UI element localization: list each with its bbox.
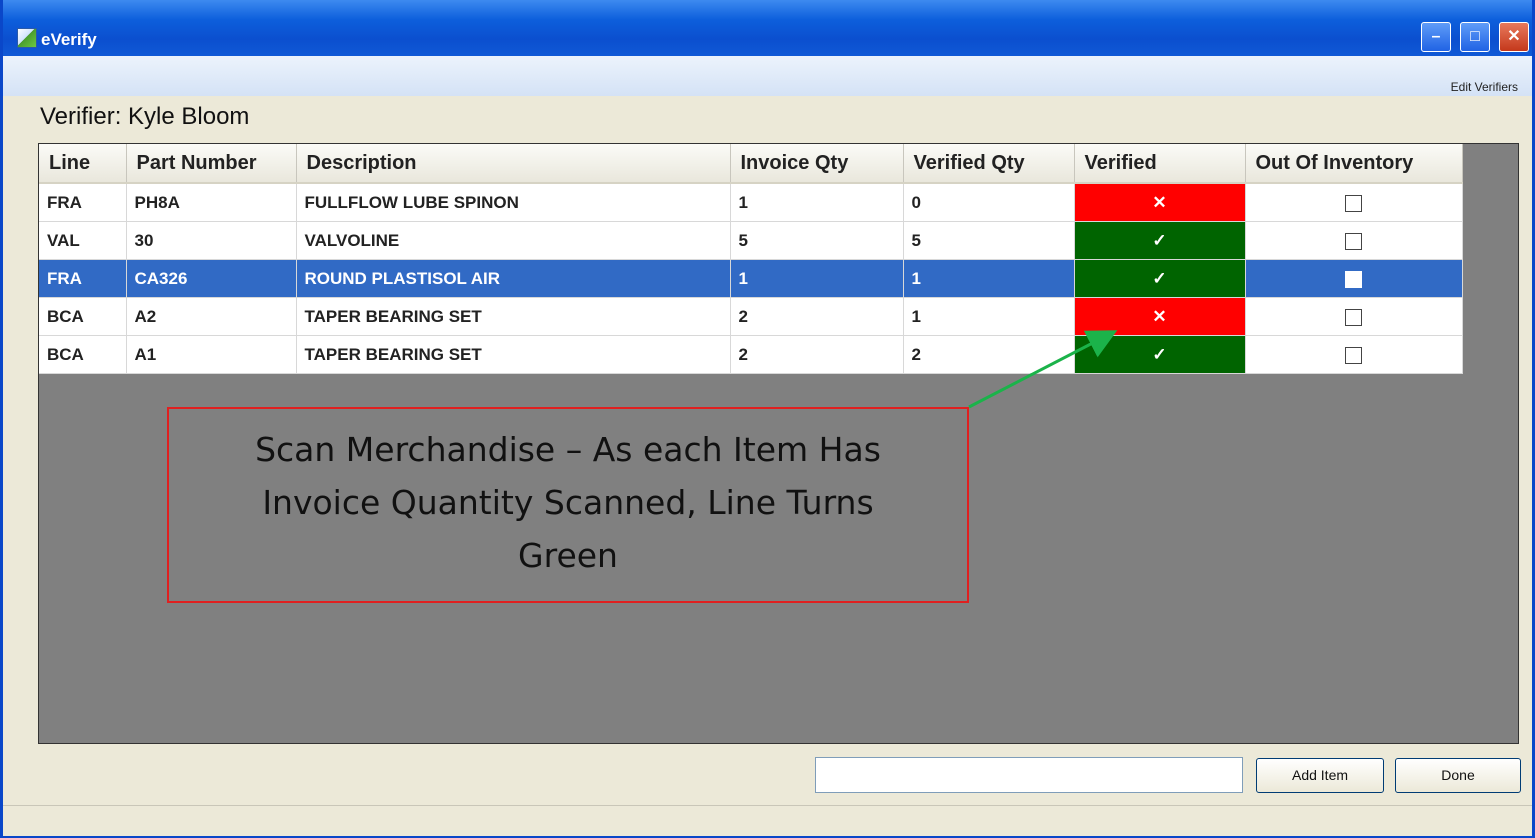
title-bar: eVerify – □ ✕ [3,0,1532,56]
cell-description: VALVOLINE [296,221,731,260]
cell-verified-qty: 1 [903,297,1075,336]
items-table: Line Part Number Description Invoice Qty… [39,144,1463,374]
callout-line-3: Green [518,536,618,575]
out-of-inventory-checkbox[interactable] [1345,270,1362,288]
cell-part-number: A2 [126,297,297,336]
cell-description: FULLFLOW LUBE SPINON [296,183,731,222]
cell-part-number: PH8A [126,183,297,222]
cell-out-of-inventory [1245,335,1463,374]
scan-input[interactable] [815,757,1243,793]
column-header-description[interactable]: Description [296,144,731,184]
table-row[interactable]: BCA A1 TAPER BEARING SET 2 2 ✓ [39,335,1463,374]
status-bar [3,805,1532,836]
callout-line-1: Scan Merchandise – As each Item Has [255,430,881,469]
menu-bar: Edit Verifiers [3,56,1532,96]
column-header-invoice-qty[interactable]: Invoice Qty [730,144,904,184]
out-of-inventory-checkbox[interactable] [1345,346,1362,364]
header-row: Line Part Number Description Invoice Qty… [39,144,1463,184]
verifier-label: Verifier: Kyle Bloom [40,103,250,130]
add-item-button[interactable]: Add Item [1256,758,1384,793]
window-title: eVerify [41,30,97,49]
cell-out-of-inventory [1245,183,1463,222]
column-header-line[interactable]: Line [39,144,127,184]
column-header-verified-qty[interactable]: Verified Qty [903,144,1075,184]
not-verified-x-icon: ✕ [1074,183,1246,222]
column-header-out-of-inventory[interactable]: Out Of Inventory [1245,144,1463,184]
cell-description: TAPER BEARING SET [296,335,731,374]
close-button[interactable]: ✕ [1499,22,1529,52]
cell-line: FRA [39,259,127,298]
cell-out-of-inventory [1245,221,1463,260]
cell-part-number: CA326 [126,259,297,298]
cell-part-number: A1 [126,335,297,374]
table-row[interactable]: FRA PH8A FULLFLOW LUBE SPINON 1 0 ✕ [39,183,1463,222]
cell-verified-qty: 2 [903,335,1075,374]
cell-out-of-inventory [1245,259,1463,298]
verified-check-icon: ✓ [1074,259,1246,298]
table-row[interactable]: VAL 30 VALVOLINE 5 5 ✓ [39,221,1463,260]
cell-verified-qty: 0 [903,183,1075,222]
cell-description: TAPER BEARING SET [296,297,731,336]
cell-out-of-inventory [1245,297,1463,336]
app-icon [17,28,37,48]
cell-invoice-qty: 1 [730,259,904,298]
done-button[interactable]: Done [1395,758,1521,793]
cell-line: BCA [39,335,127,374]
edit-verifiers-link[interactable]: Edit Verifiers [1451,80,1518,94]
verified-check-icon: ✓ [1074,335,1246,374]
out-of-inventory-checkbox[interactable] [1345,194,1362,212]
table-row[interactable]: BCA A2 TAPER BEARING SET 2 1 ✕ [39,297,1463,336]
minimize-button[interactable]: – [1421,22,1451,52]
cell-invoice-qty: 2 [730,335,904,374]
not-verified-x-icon: ✕ [1074,297,1246,336]
column-header-verified[interactable]: Verified [1074,144,1246,184]
callout-line-2: Invoice Quantity Scanned, Line Turns [262,483,874,522]
out-of-inventory-checkbox[interactable] [1345,308,1362,326]
cell-description: ROUND PLASTISOL AIR [296,259,731,298]
cell-invoice-qty: 2 [730,297,904,336]
maximize-button[interactable]: □ [1460,22,1490,52]
cell-line: BCA [39,297,127,336]
table-row[interactable]: FRA CA326 ROUND PLASTISOL AIR 1 1 ✓ [39,259,1463,298]
cell-line: FRA [39,183,127,222]
annotation-callout: Scan Merchandise – As each Item Has Invo… [167,407,969,603]
cell-invoice-qty: 5 [730,221,904,260]
cell-verified-qty: 5 [903,221,1075,260]
cell-part-number: 30 [126,221,297,260]
cell-line: VAL [39,221,127,260]
cell-invoice-qty: 1 [730,183,904,222]
verified-check-icon: ✓ [1074,221,1246,260]
column-header-part-number[interactable]: Part Number [126,144,297,184]
out-of-inventory-checkbox[interactable] [1345,232,1362,250]
cell-verified-qty: 1 [903,259,1075,298]
